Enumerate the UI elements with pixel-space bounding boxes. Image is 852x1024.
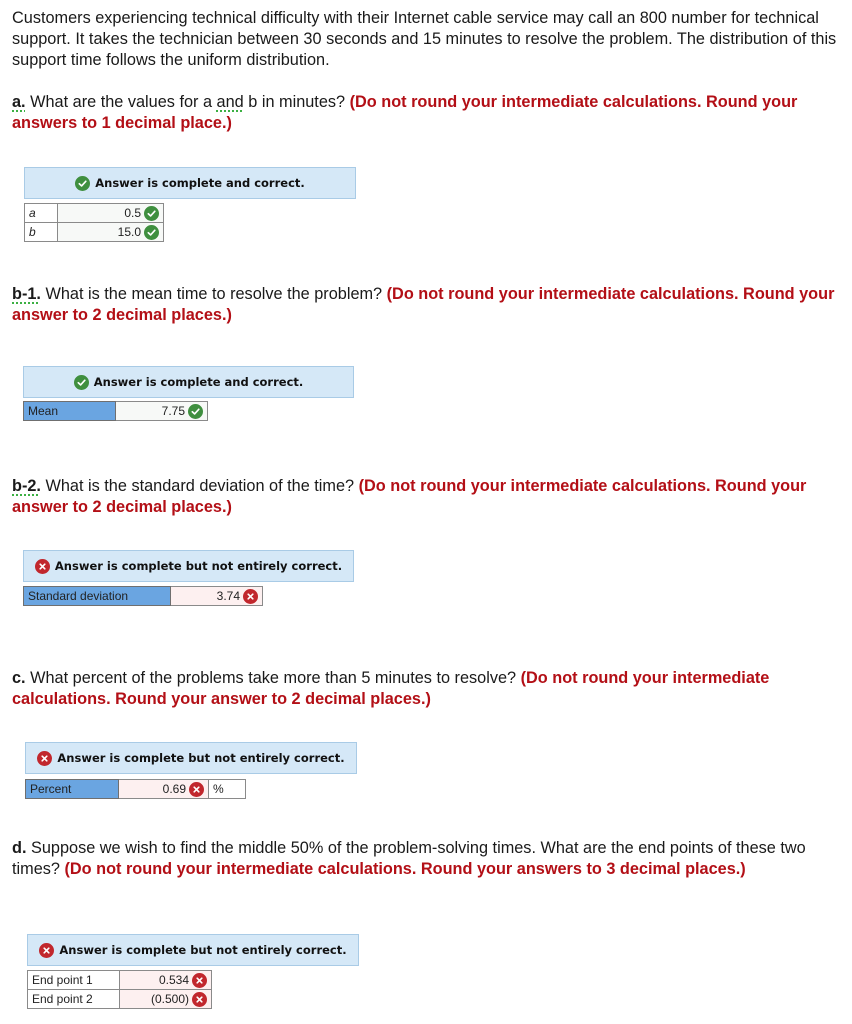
status-text: Answer is complete but not entirely corr… bbox=[54, 559, 343, 573]
answer-input-b[interactable]: 15.0 bbox=[57, 222, 164, 242]
check-circle-icon bbox=[144, 224, 159, 240]
answer-table: End point 1 0.534 End point 2 (0.500) bbox=[27, 970, 212, 1009]
table-row: a 0.5 bbox=[24, 203, 164, 223]
question-a: a. What are the values for a and b in mi… bbox=[12, 92, 844, 134]
answer-input-a[interactable]: 0.5 bbox=[57, 203, 164, 223]
x-circle-icon bbox=[39, 942, 55, 958]
answer-input-end-point-2[interactable]: (0.500) bbox=[119, 989, 212, 1009]
table-row: Percent 0.69 % bbox=[25, 779, 246, 799]
answer-table: Standard deviation 3.74 bbox=[23, 586, 263, 606]
answer-status-banner: Answer is complete but not entirely corr… bbox=[23, 550, 354, 582]
x-circle-icon bbox=[192, 991, 207, 1007]
row-label: a bbox=[24, 203, 58, 223]
part-label: b-1. bbox=[12, 285, 41, 303]
part-label: b-2. bbox=[12, 477, 41, 495]
status-text: Answer is complete but not entirely corr… bbox=[57, 751, 345, 765]
table-row: End point 1 0.534 bbox=[27, 970, 212, 990]
question-b1: b-1. What is the mean time to resolve th… bbox=[12, 284, 844, 326]
status-text: Answer is complete and correct. bbox=[93, 375, 304, 389]
table-row: End point 2 (0.500) bbox=[27, 989, 212, 1009]
row-label: End point 2 bbox=[27, 989, 120, 1009]
instruction-text: (Do not round your intermediate calculat… bbox=[64, 860, 746, 878]
answer-value: 0.534 bbox=[158, 973, 189, 987]
answer-status-banner: Answer is complete and correct. bbox=[24, 167, 356, 199]
row-label: Percent bbox=[25, 779, 119, 799]
question-text: What is the mean time to resolve the pro… bbox=[40, 285, 387, 303]
question-c: c. What percent of the problems take mor… bbox=[12, 668, 844, 710]
answer-input-percent[interactable]: 0.69 bbox=[118, 779, 209, 799]
unit-label: % bbox=[208, 779, 246, 799]
table-row: Mean 7.75 bbox=[23, 401, 208, 421]
question-d: d. Suppose we wish to find the middle 50… bbox=[12, 838, 844, 880]
part-label: c. bbox=[12, 669, 26, 687]
check-circle-icon bbox=[144, 205, 159, 221]
row-label: End point 1 bbox=[27, 970, 120, 990]
answer-status-banner: Answer is complete but not entirely corr… bbox=[27, 934, 359, 966]
question-text: and bbox=[216, 93, 244, 111]
x-circle-icon bbox=[243, 588, 258, 604]
question-text: b in minutes? bbox=[243, 93, 350, 111]
x-circle-icon bbox=[34, 558, 50, 574]
x-circle-icon bbox=[189, 781, 204, 797]
answer-table: a 0.5 b 15.0 bbox=[24, 203, 164, 242]
check-circle-icon bbox=[73, 374, 89, 390]
part-label: a. bbox=[12, 93, 26, 111]
table-row: b 15.0 bbox=[24, 222, 164, 242]
problem-statement: Customers experiencing technical difficu… bbox=[12, 9, 837, 69]
question-text: What are the values for a bbox=[25, 93, 217, 111]
answer-input-std-dev[interactable]: 3.74 bbox=[170, 586, 263, 606]
answer-value: (0.500) bbox=[150, 992, 189, 1006]
question-text: What percent of the problems take more t… bbox=[25, 669, 521, 687]
answer-value: 0.5 bbox=[124, 206, 141, 220]
status-text: Answer is complete but not entirely corr… bbox=[59, 943, 347, 957]
answer-value: 3.74 bbox=[216, 589, 240, 603]
answer-value: 0.69 bbox=[162, 782, 186, 796]
row-label: b bbox=[24, 222, 58, 242]
answer-status-banner: Answer is complete but not entirely corr… bbox=[25, 742, 357, 774]
row-label: Mean bbox=[23, 401, 116, 421]
answer-status-banner: Answer is complete and correct. bbox=[23, 366, 354, 398]
answer-value: 7.75 bbox=[161, 404, 185, 418]
x-circle-icon bbox=[37, 750, 53, 766]
answer-input-end-point-1[interactable]: 0.534 bbox=[119, 970, 212, 990]
answer-table: Mean 7.75 bbox=[23, 401, 208, 421]
answer-table: Percent 0.69 % bbox=[25, 779, 246, 799]
answer-value: 15.0 bbox=[117, 225, 141, 239]
question-text: What is the standard deviation of the ti… bbox=[40, 477, 359, 495]
status-text: Answer is complete and correct. bbox=[95, 176, 305, 190]
table-row: Standard deviation 3.74 bbox=[23, 586, 263, 606]
check-circle-icon bbox=[188, 403, 203, 419]
x-circle-icon bbox=[192, 972, 207, 988]
row-label: Standard deviation bbox=[23, 586, 171, 606]
part-label: d. bbox=[12, 839, 27, 857]
answer-input-mean[interactable]: 7.75 bbox=[115, 401, 208, 421]
check-circle-icon bbox=[75, 175, 91, 191]
question-b2: b-2. What is the standard deviation of t… bbox=[12, 476, 844, 518]
